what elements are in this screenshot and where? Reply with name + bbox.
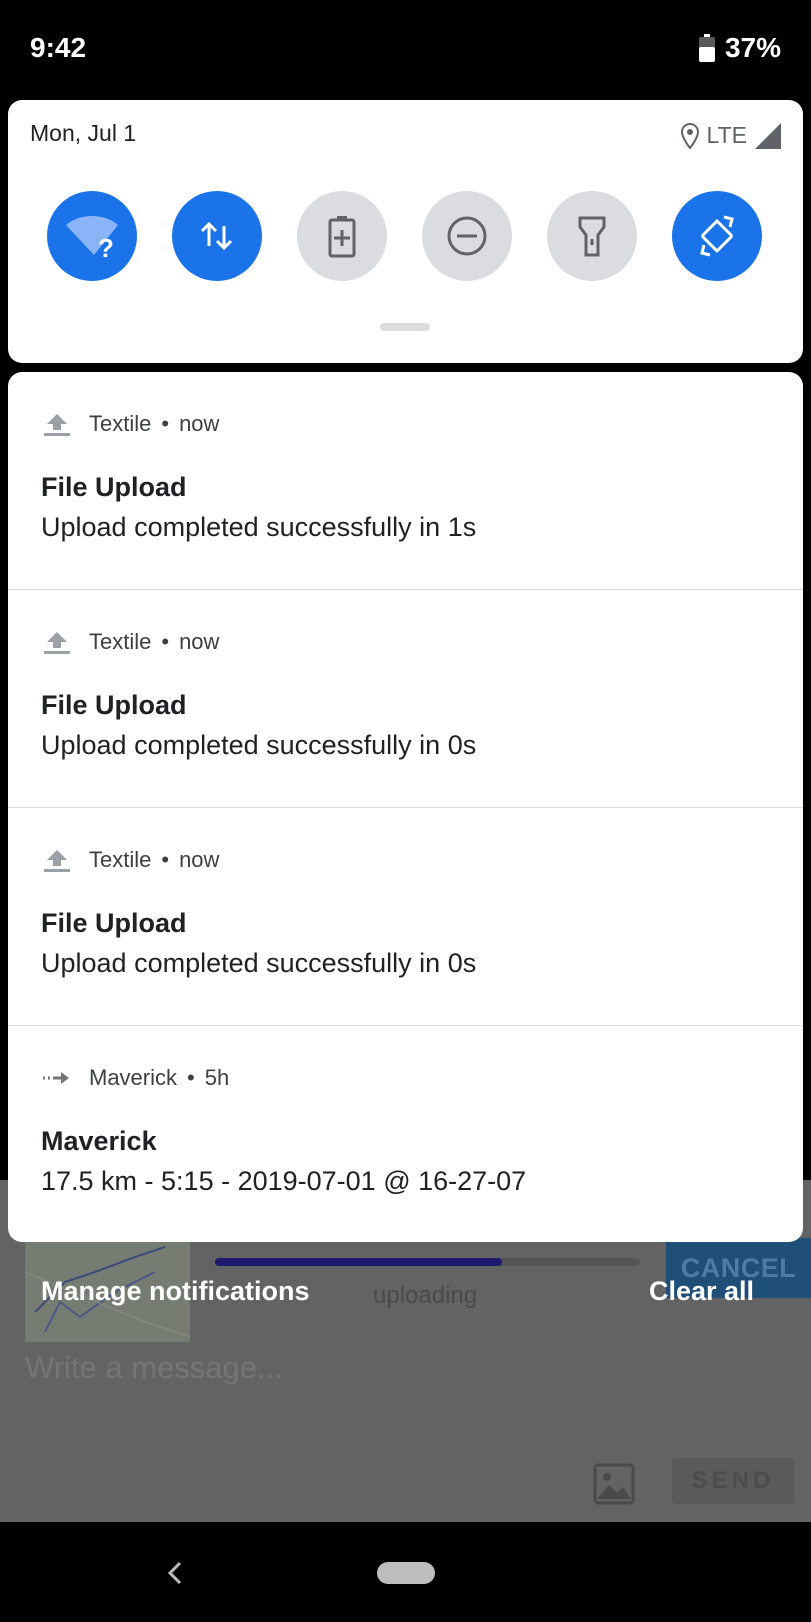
battery-saver-tile[interactable]	[297, 191, 387, 281]
auto-rotate-tile[interactable]	[672, 191, 762, 281]
network-type: LTE	[706, 122, 747, 148]
notification-app: Textile	[89, 847, 152, 872]
quick-settings-panel: Mon, Jul 1 LTE ?	[8, 100, 803, 363]
back-icon[interactable]	[160, 1558, 190, 1588]
svg-text:?: ?	[98, 233, 114, 261]
notification-time: now	[179, 847, 220, 872]
status-bar: 9:42 37%	[0, 0, 811, 100]
upload-progress-fill	[215, 1258, 502, 1266]
upload-icon	[44, 414, 70, 436]
notification-item[interactable]: Textile • now File Upload Upload complet…	[8, 590, 803, 808]
status-indicators: 37%	[698, 32, 781, 64]
wifi-icon: ?	[66, 216, 118, 261]
do-not-disturb-icon	[447, 216, 487, 256]
wifi-tile[interactable]: ?	[47, 191, 137, 281]
uploading-label: uploading	[373, 1282, 478, 1309]
notification-item[interactable]: Maverick • 5h Maverick 17.5 km - 5:15 - …	[8, 1026, 803, 1242]
flashlight-icon	[578, 216, 606, 257]
notification-text: Upload completed successfully in 1s	[41, 512, 477, 542]
send-button[interactable]: SEND	[672, 1458, 794, 1504]
mobile-data-icon	[200, 221, 233, 251]
notification-list: Textile • now File Upload Upload complet…	[8, 372, 803, 1242]
notification-text: 17.5 km - 5:15 - 2019-07-01 @ 16-27-07	[41, 1166, 527, 1196]
qs-network-status: LTE	[680, 122, 781, 149]
flashlight-tile[interactable]	[547, 191, 637, 281]
home-button[interactable]	[377, 1562, 435, 1584]
battery-percent: 37%	[724, 32, 781, 63]
status-time: 9:42	[30, 32, 87, 63]
notification-app: Maverick	[89, 1065, 178, 1090]
upload-icon	[44, 632, 70, 654]
auto-rotate-icon	[700, 215, 734, 257]
notification-time: 5h	[204, 1065, 230, 1090]
notification-text: Upload completed successfully in 0s	[41, 948, 477, 978]
notification-title: File Upload	[41, 472, 187, 502]
clear-all-button[interactable]: Clear all	[649, 1276, 754, 1307]
message-input[interactable]	[25, 1350, 585, 1386]
battery-icon	[698, 34, 715, 62]
navigation-bar	[0, 1522, 811, 1622]
arrow-right-icon	[43, 1072, 69, 1084]
qs-drag-handle[interactable]	[380, 323, 430, 331]
notification-item[interactable]: Textile • now File Upload Upload complet…	[8, 808, 803, 1026]
notification-time: now	[179, 629, 220, 654]
upload-progress-bar	[215, 1258, 640, 1266]
notification-app: Textile	[89, 411, 152, 436]
manage-notifications-button[interactable]: Manage notifications	[41, 1276, 310, 1307]
battery-saver-icon	[328, 216, 356, 258]
do-not-disturb-tile[interactable]	[422, 191, 512, 281]
mobile-data-tile[interactable]	[172, 191, 262, 281]
upload-icon	[44, 850, 70, 872]
notification-time: now	[179, 411, 220, 436]
notification-header: Textile • now	[41, 628, 219, 656]
notification-header: Textile • now	[41, 846, 219, 874]
notification-title: File Upload	[41, 690, 187, 720]
separator-dot: •	[187, 1065, 195, 1090]
location-icon	[680, 122, 699, 149]
signal-icon	[755, 122, 781, 149]
notification-title: File Upload	[41, 908, 187, 938]
notification-text: Upload completed successfully in 0s	[41, 730, 477, 760]
separator-dot: •	[161, 847, 170, 872]
separator-dot: •	[161, 411, 170, 436]
notification-title: Maverick	[41, 1126, 157, 1156]
image-attach-icon[interactable]	[592, 1462, 636, 1506]
separator-dot: •	[161, 629, 170, 654]
notification-app: Textile	[89, 629, 152, 654]
notification-header: Maverick • 5h	[41, 1064, 229, 1092]
qs-date[interactable]: Mon, Jul 1	[30, 120, 136, 147]
notification-item[interactable]: Textile • now File Upload Upload complet…	[8, 372, 803, 590]
notification-header: Textile • now	[41, 410, 219, 438]
